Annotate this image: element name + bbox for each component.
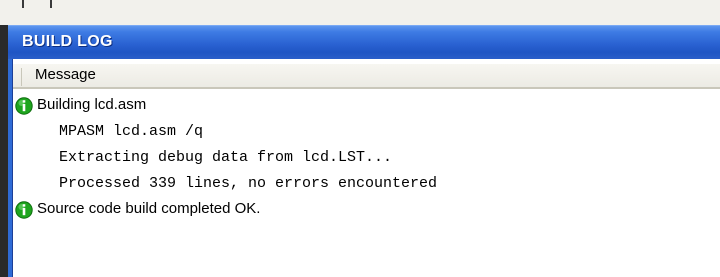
column-header-message: Message (35, 66, 96, 83)
log-row[interactable]: Building lcd.asm (13, 93, 720, 119)
window-title: BUILD LOG (22, 33, 113, 50)
background-window-strip (0, 0, 720, 25)
column-divider[interactable] (21, 68, 22, 86)
log-row[interactable]: Processed 339 lines, no errors encounter… (13, 171, 720, 197)
log-message: Building lcd.asm (37, 96, 147, 113)
log-detail: MPASM lcd.asm /q (59, 123, 204, 140)
log-detail: Processed 339 lines, no errors encounter… (59, 175, 438, 192)
title-bar[interactable]: BUILD LOG (8, 25, 720, 59)
background-window-edge (22, 0, 24, 8)
log-row[interactable]: MPASM lcd.asm /q (13, 119, 720, 145)
build-log-panel: Message Building lcd.asm MPASM lcd.asm /… (12, 59, 720, 277)
log-message: Source code build completed OK. (37, 200, 261, 217)
log-detail: Extracting debug data from lcd.LST... (59, 149, 393, 166)
log-row[interactable]: Extracting debug data from lcd.LST... (13, 145, 720, 171)
info-icon (15, 97, 33, 115)
background-window-border (0, 25, 8, 277)
message-list: Building lcd.asm MPASM lcd.asm /q Extrac… (13, 93, 720, 223)
column-header[interactable]: Message (13, 63, 720, 89)
info-icon (15, 201, 33, 219)
log-row[interactable]: Source code build completed OK. (13, 197, 720, 223)
background-window-edge (50, 0, 52, 8)
